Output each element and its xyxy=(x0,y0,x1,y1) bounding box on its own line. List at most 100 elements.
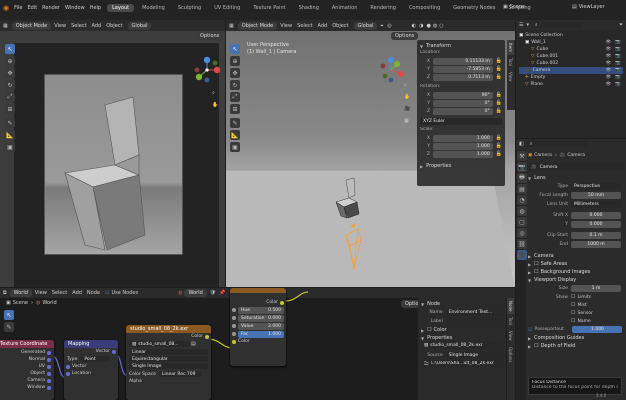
socket-icon[interactable] xyxy=(47,357,51,362)
tab-node[interactable]: Node xyxy=(507,298,514,315)
outliner-scene-collection[interactable]: ▣ Scene Collection xyxy=(519,32,623,39)
lens-panel-header[interactable]: ▼ Lens xyxy=(528,174,624,182)
lock-icon[interactable]: 🔓 xyxy=(496,151,502,157)
physics-tab-icon[interactable]: ◎ xyxy=(517,228,527,238)
socket-icon[interactable] xyxy=(66,364,70,369)
hue-saturation-value-node[interactable]: Color Hue 0.500 Saturation 0.000 Value 2.000 F… xyxy=(230,288,286,366)
lock-icon[interactable]: 🔓 xyxy=(496,58,502,64)
select-tool-icon[interactable]: ↖ xyxy=(5,44,15,54)
lens-unit-dropdown[interactable]: Millimeters xyxy=(571,201,621,208)
rotate-tool-icon[interactable]: ↻ xyxy=(230,80,240,90)
menu-object[interactable]: Object xyxy=(106,23,122,29)
projection-dropdown[interactable]: Equirectangular xyxy=(129,356,208,362)
checkbox-icon[interactable]: ☐ xyxy=(534,269,538,275)
interpolation-dropdown[interactable]: Linear xyxy=(129,349,208,355)
node-editor[interactable]: ⧉ World View Select Add Node ☑ Use Nodes… xyxy=(0,288,515,400)
zoom-icon[interactable]: ⌕ xyxy=(404,82,407,88)
rotation-mode-dropdown[interactable]: XYZ Euler xyxy=(420,118,502,125)
checkbox-icon[interactable]: ☐ xyxy=(427,327,431,333)
passepartout-slider[interactable]: 1.000 xyxy=(572,326,623,333)
composition-guides-panel-header[interactable]: ▶ Composition Guides xyxy=(528,334,624,342)
rotation-x-field[interactable]: 90° xyxy=(432,91,493,99)
mode-dropdown[interactable]: Object Mode xyxy=(237,21,278,30)
tab-modeling[interactable]: Modeling xyxy=(137,4,170,12)
menu-add[interactable]: Add xyxy=(92,23,102,29)
clip-end-field[interactable]: 1000 m xyxy=(571,241,621,248)
shading-rendered-icon[interactable]: ○ xyxy=(439,23,443,29)
cursor-tool-icon[interactable]: ⊕ xyxy=(230,56,240,66)
measure-tool-icon[interactable]: 📐 xyxy=(5,130,15,140)
environment-texture-node-title[interactable]: studio_small_08_2k.exr xyxy=(126,325,211,333)
socket-icon[interactable] xyxy=(232,316,236,320)
measure-tool-icon[interactable]: 📐 xyxy=(230,130,240,140)
transform-tool-icon[interactable]: ⊞ xyxy=(5,104,15,114)
transform-panel-header[interactable]: ▼ Transform xyxy=(420,42,502,50)
filter-icon[interactable]: ⏷ xyxy=(619,22,623,28)
menu-add[interactable]: Add xyxy=(318,23,328,29)
menu-view[interactable]: View xyxy=(54,23,66,29)
scale-tool-icon[interactable]: ⤢ xyxy=(5,92,15,102)
options-button[interactable]: Options xyxy=(196,32,224,40)
tab-tool[interactable]: Tool xyxy=(507,314,514,328)
transform-tool-icon[interactable]: ⊞ xyxy=(230,104,240,114)
checkbox-icon[interactable]: ☐ xyxy=(571,294,575,300)
background-images-panel-header[interactable]: ▶ ☐ Background Images xyxy=(528,268,624,276)
select-tool-icon[interactable]: ↖ xyxy=(230,44,240,54)
node-label-field[interactable] xyxy=(445,318,503,325)
orientation-dropdown[interactable]: Global xyxy=(127,21,152,30)
visibility-eye-icon[interactable]: 👁 xyxy=(606,68,612,73)
options-button[interactable]: Options xyxy=(391,32,419,40)
lock-icon[interactable]: 🔓 xyxy=(496,92,502,98)
socket-icon[interactable] xyxy=(66,371,70,376)
menu-file[interactable]: File xyxy=(14,5,22,11)
filepath-field[interactable]: 🗀 C:\Users\Sha...ult_08_2k.exr xyxy=(421,360,503,367)
tab-rendering[interactable]: Rendering xyxy=(365,4,401,12)
render-camera-icon[interactable]: 📷 xyxy=(615,40,621,45)
focal-length-field[interactable]: 50 mm xyxy=(571,192,621,199)
color-panel-header[interactable]: ▶ ☐ Color xyxy=(421,326,503,334)
menu-edit[interactable]: Edit xyxy=(27,5,37,11)
outliner-search[interactable]: ⌕ xyxy=(532,22,582,28)
outliner-item[interactable]: ✛ Empty 👁 📷 xyxy=(519,74,623,81)
world-tab-icon[interactable]: ◍ xyxy=(517,206,527,216)
overlays-icon[interactable]: ◑ xyxy=(419,23,423,29)
texture-coordinate-node-title[interactable]: Texture Coordinate xyxy=(0,340,54,348)
tab-tool[interactable]: Tool xyxy=(507,55,514,69)
mapping-node[interactable]: Mapping Vector Type Point Vector Location xyxy=(64,340,118,400)
annotate-tool-icon[interactable]: ✎ xyxy=(230,118,240,128)
camera-data-name-field[interactable]: 🎥 Camera xyxy=(528,163,624,171)
node-properties-panel-header[interactable]: ▼ Properties xyxy=(421,334,503,342)
colorspace-dropdown[interactable]: Linear Rec.709 xyxy=(158,371,201,377)
scale-y-field[interactable]: 1.000 xyxy=(432,142,493,150)
constraints-tab-icon[interactable]: ⛓ xyxy=(517,239,527,249)
socket-icon[interactable] xyxy=(232,339,236,344)
tab-view[interactable]: View xyxy=(507,69,514,85)
annotate-tool-icon[interactable]: ✎ xyxy=(5,118,15,128)
orientation-dropdown[interactable]: Global xyxy=(353,21,378,30)
tab-texture-paint[interactable]: Texture Paint xyxy=(248,4,290,12)
tab-item[interactable]: Item xyxy=(507,40,514,56)
hsv-saturation-field[interactable]: Saturation 0.000 xyxy=(238,314,284,322)
properties-search[interactable]: ⌕ xyxy=(526,141,587,147)
socket-icon[interactable] xyxy=(112,349,116,354)
menu-render[interactable]: Render xyxy=(42,5,60,11)
texture-coordinate-node[interactable]: Texture Coordinate Generated Normal UV Obje… xyxy=(0,340,54,400)
visibility-eye-icon[interactable]: 👁 xyxy=(606,47,612,52)
socket-icon[interactable] xyxy=(47,378,51,383)
render-tab-icon[interactable]: 📷 xyxy=(517,162,527,172)
type-dropdown[interactable]: Perspective xyxy=(571,183,621,190)
mapping-type-dropdown[interactable]: Point xyxy=(81,356,110,362)
tab-view[interactable]: View xyxy=(507,328,514,344)
navigation-gizmo[interactable] xyxy=(377,56,405,92)
safe-areas-panel-header[interactable]: ▶ ☐ Safe Areas xyxy=(528,260,624,268)
scale-x-field[interactable]: 1.000 xyxy=(432,134,493,142)
lock-icon[interactable]: 🔓 xyxy=(496,74,502,80)
visibility-eye-icon[interactable]: 👁 xyxy=(606,75,612,80)
tab-sculpting[interactable]: Sculpting xyxy=(173,4,206,12)
visibility-icon[interactable]: ◐ xyxy=(412,23,416,29)
render-camera-icon[interactable]: 📷 xyxy=(615,61,621,66)
render-camera-icon[interactable]: 📷 xyxy=(615,75,621,80)
lock-icon[interactable]: 🔓 xyxy=(496,135,502,141)
display-mode-icon[interactable]: ▾ xyxy=(526,22,529,28)
tab-layout[interactable]: Layout xyxy=(107,4,135,12)
